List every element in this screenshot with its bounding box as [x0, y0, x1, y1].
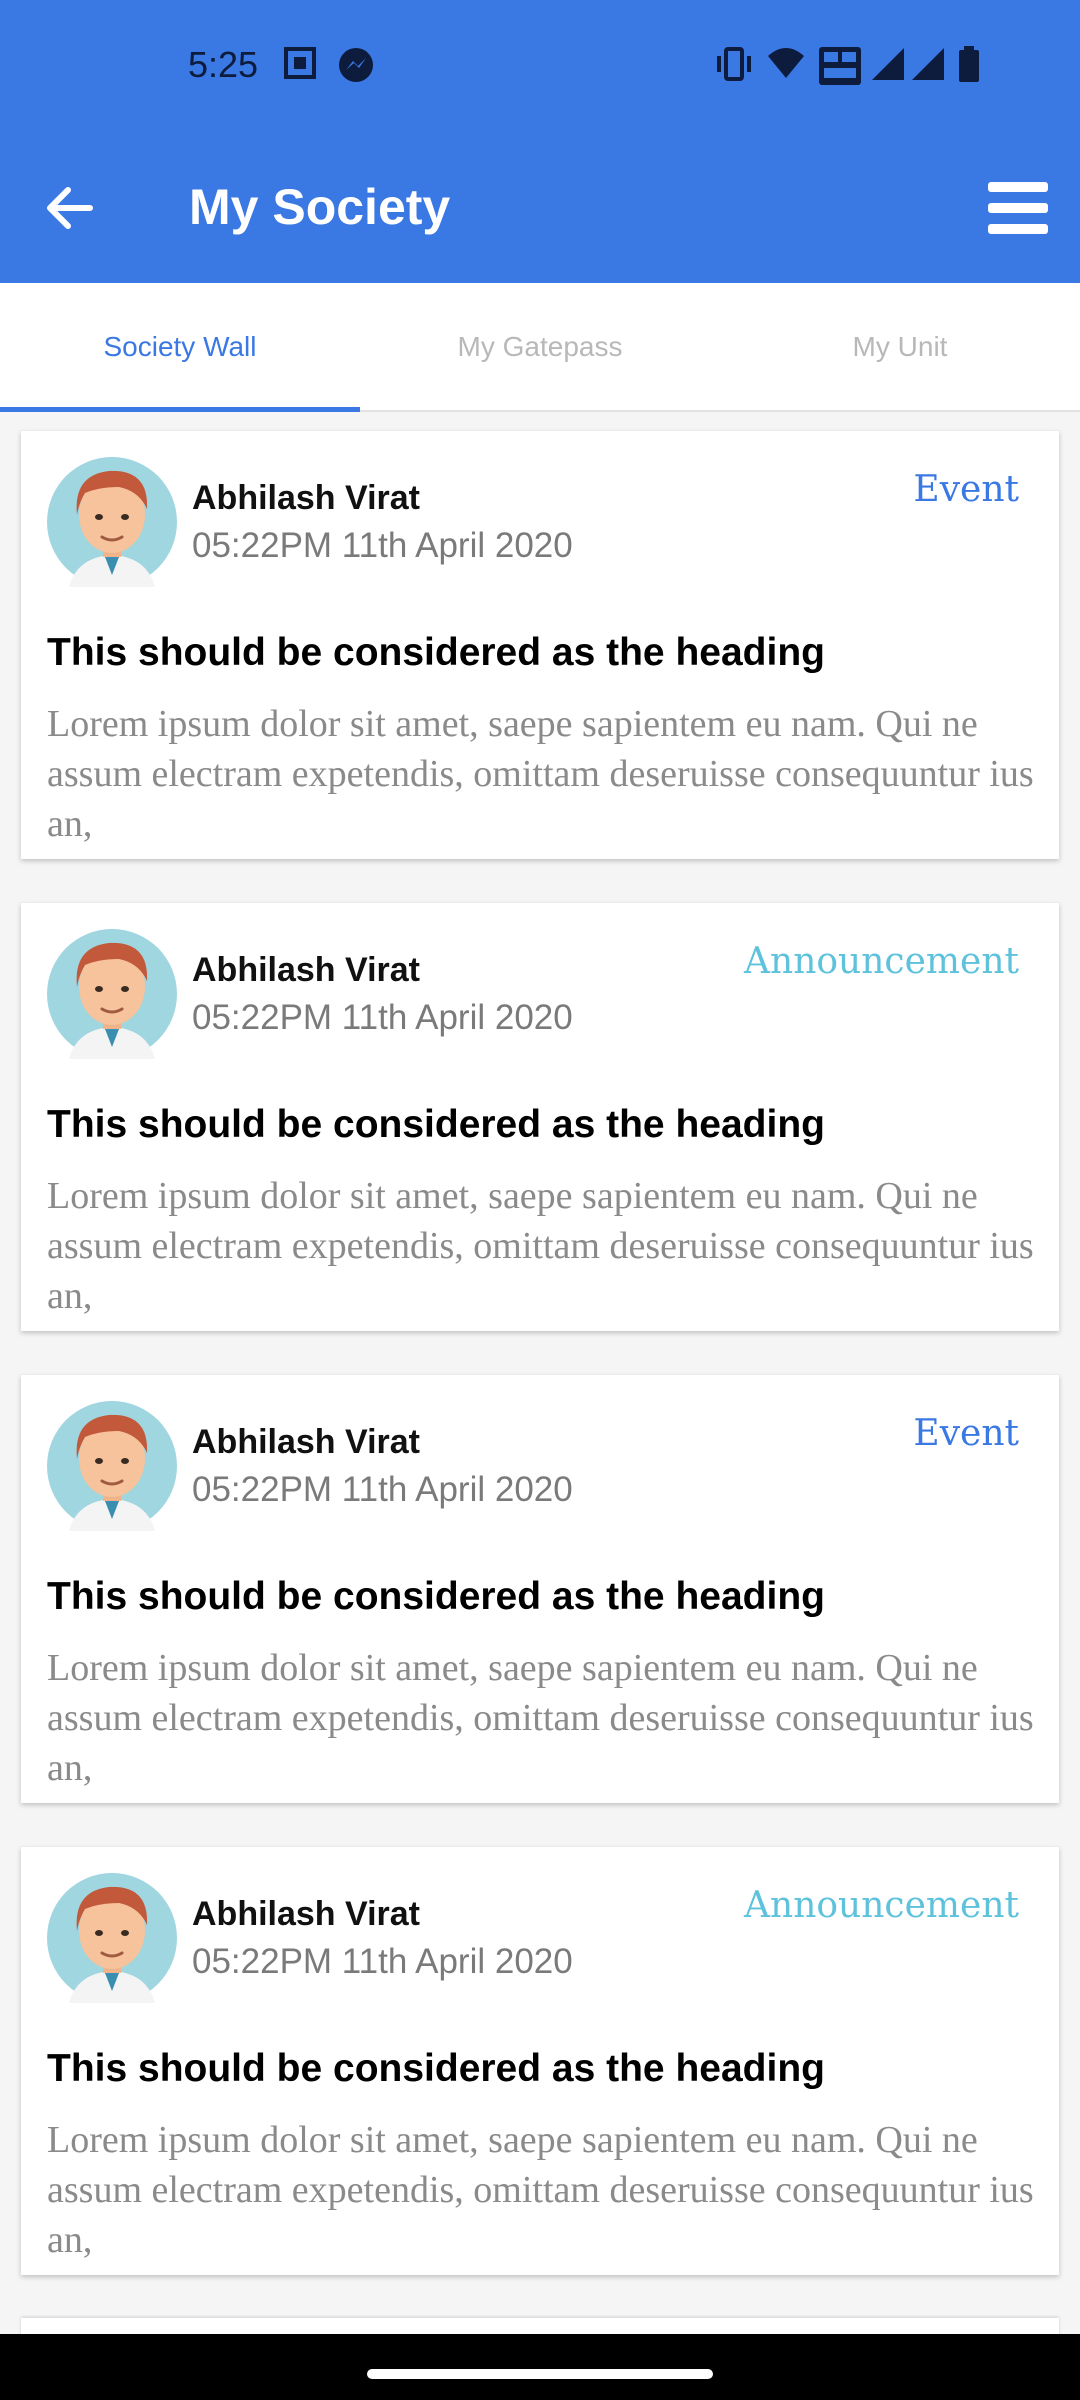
status-bar: 5:25 [0, 0, 1080, 135]
post-datetime: 05:22PM 11th April 2020 [192, 1942, 573, 1981]
avatar [47, 1401, 177, 1531]
tab-bar: Society Wall My Gatepass My Unit [0, 283, 1080, 412]
post-datetime: 05:22PM 11th April 2020 [192, 526, 573, 565]
post-body: Lorem ipsum dolor sit amet, saepe sapien… [47, 1175, 1034, 1317]
tab-my-unit[interactable]: My Unit [720, 283, 1080, 410]
post-type-tag: Announcement [744, 941, 1019, 982]
post-type-tag: Event [913, 469, 1019, 510]
system-nav-bar [0, 2334, 1080, 2400]
app-bar: 5:25 My Society [0, 0, 1080, 283]
wifi-icon [768, 48, 804, 78]
author-name: Abhilash Virat [192, 1895, 420, 1933]
tab-society-wall[interactable]: Society Wall [0, 283, 360, 410]
post-heading: This should be considered as the heading [47, 1575, 825, 1618]
post-datetime: 05:22PM 11th April 2020 [192, 1470, 573, 1509]
post-type-tag: Event [913, 1413, 1019, 1454]
avatar [47, 457, 177, 587]
author-name: Abhilash Virat [192, 1423, 420, 1461]
society-wall-feed: Abhilash Virat 05:22PM 11th April 2020 E… [21, 431, 1059, 2319]
post-heading: This should be considered as the heading [47, 631, 825, 674]
menu-icon[interactable] [988, 182, 1048, 234]
battery-icon [959, 46, 979, 82]
home-indicator[interactable] [367, 2369, 713, 2379]
tab-my-gatepass[interactable]: My Gatepass [360, 283, 720, 410]
status-time: 5:25 [188, 44, 259, 85]
vibrate-icon [717, 47, 751, 81]
signal-icon [872, 48, 904, 80]
signal-icon [912, 48, 944, 80]
back-arrow-icon[interactable] [42, 180, 98, 236]
post-body: Lorem ipsum dolor sit amet, saepe sapien… [47, 1647, 1034, 1789]
post-card[interactable]: Abhilash Virat 05:22PM 11th April 2020 E… [21, 431, 1059, 859]
post-body: Lorem ipsum dolor sit amet, saepe sapien… [47, 2119, 1034, 2261]
post-card[interactable]: Abhilash Virat 05:22PM 11th April 2020 A… [21, 903, 1059, 1331]
volte-icon [819, 47, 861, 85]
post-card[interactable]: Abhilash Virat 05:22PM 11th April 2020 E… [21, 1375, 1059, 1803]
post-datetime: 05:22PM 11th April 2020 [192, 998, 573, 1037]
avatar [47, 929, 177, 1059]
screenshot-icon [284, 47, 316, 79]
author-name: Abhilash Virat [192, 951, 420, 989]
messenger-icon [339, 48, 373, 82]
post-heading: This should be considered as the heading [47, 1103, 825, 1146]
post-type-tag: Announcement [744, 1885, 1019, 1926]
avatar [47, 1873, 177, 2003]
author-name: Abhilash Virat [192, 479, 420, 517]
page-title: My Society [189, 179, 451, 235]
post-card[interactable]: Abhilash Virat 05:22PM 11th April 2020 A… [21, 1847, 1059, 2275]
post-heading: This should be considered as the heading [47, 2047, 825, 2090]
post-body: Lorem ipsum dolor sit amet, saepe sapien… [47, 703, 1034, 845]
active-tab-indicator [0, 407, 360, 412]
